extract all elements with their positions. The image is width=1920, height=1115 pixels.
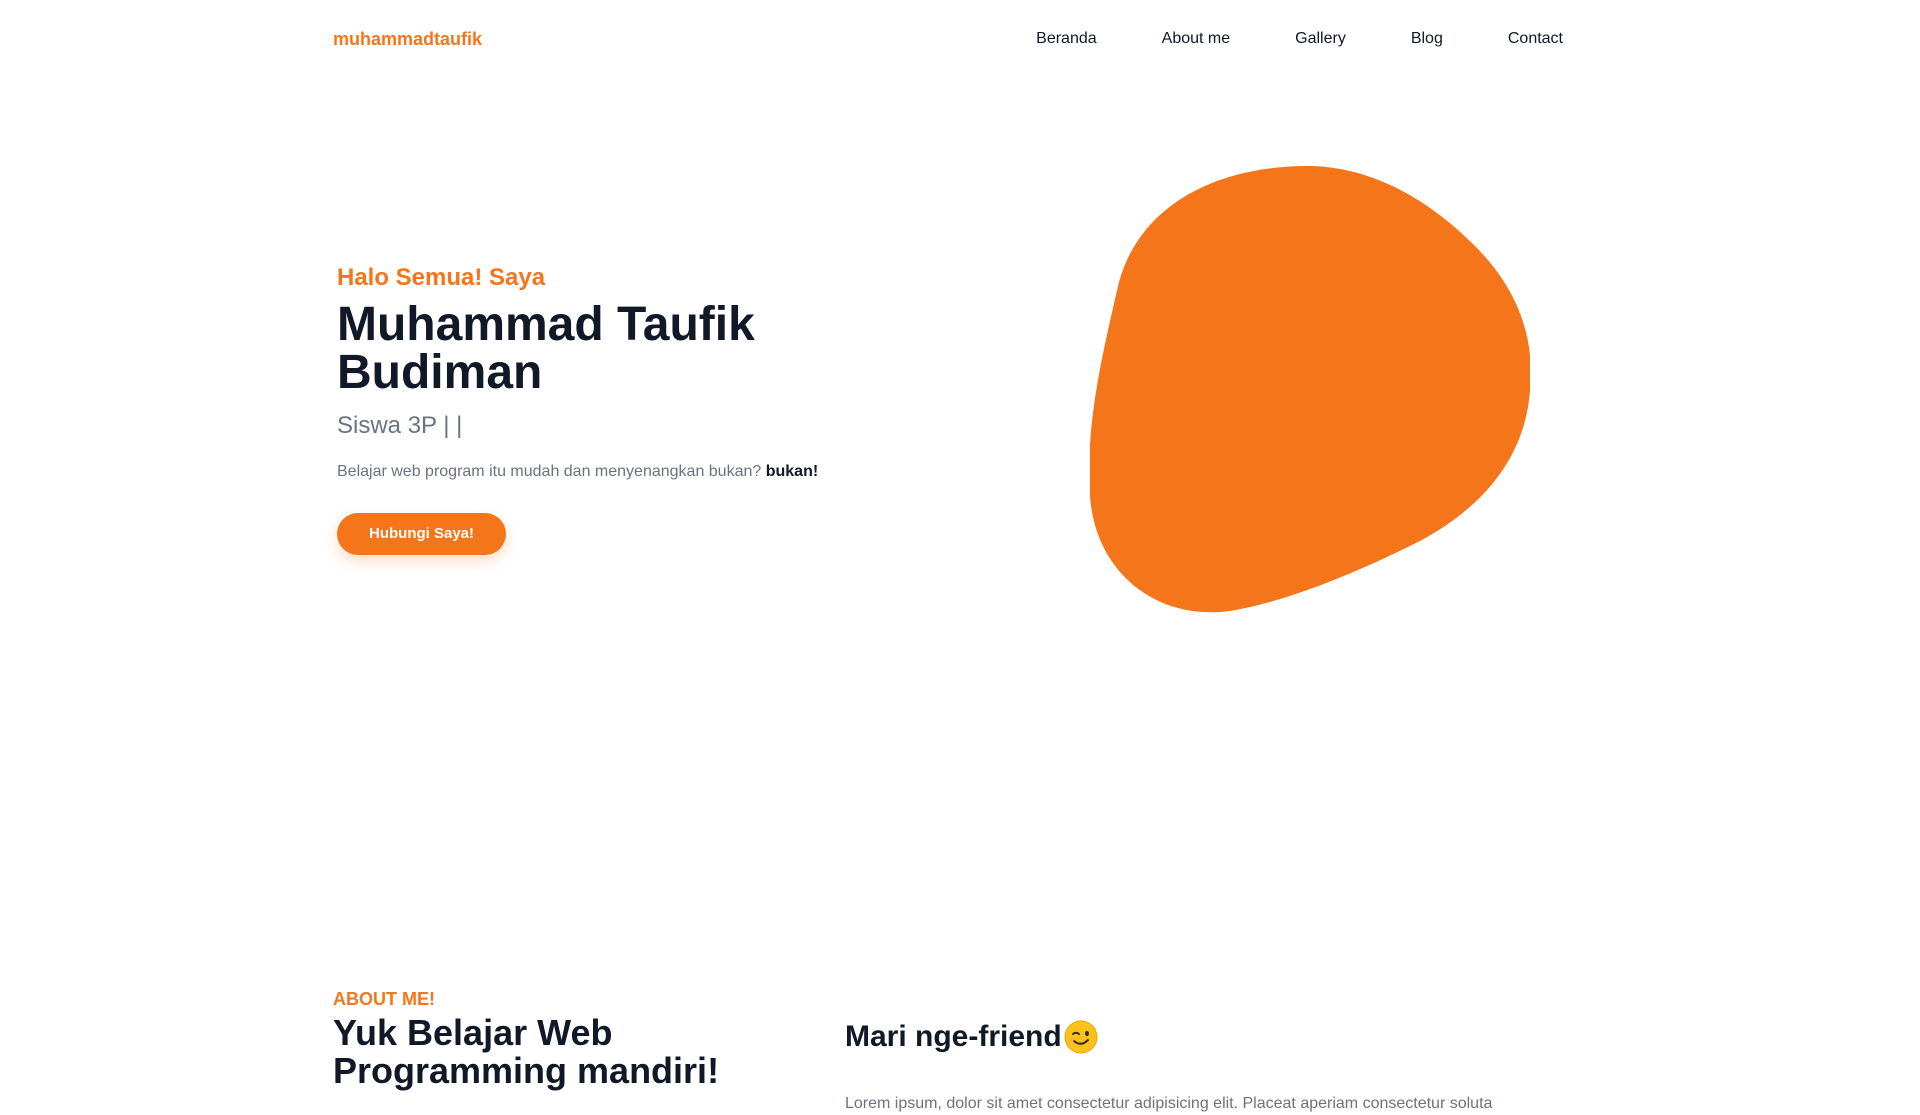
hero-description-emphasis: bukan! — [765, 463, 819, 480]
nav-link-gallery[interactable]: Gallery — [1295, 30, 1346, 48]
hero-description: Belajar web program itu mudah dan menyen… — [337, 461, 857, 483]
brand-logo[interactable]: muhammadtaufik — [333, 29, 482, 50]
nav-link-contact[interactable]: Contact — [1508, 30, 1563, 48]
nav-link-blog[interactable]: Blog — [1411, 30, 1443, 48]
about-title: Yuk Belajar Web Programming mandiri! — [333, 1012, 720, 1091]
about-label: ABOUT ME! — [333, 989, 435, 1009]
contact-me-button[interactable]: Hubungi Saya! — [337, 513, 507, 555]
nav-link-beranda[interactable]: Beranda — [1036, 30, 1097, 48]
hero-greeting: Halo Semua! Saya — [337, 264, 546, 291]
hero-role: Siswa 3P | | — [337, 412, 463, 439]
about-right: Mari nge-friend Lorem ipsum, dolor sit a… — [845, 1017, 1605, 1115]
winking-face-icon — [1064, 1020, 1098, 1054]
hero-section: Halo Semua! Saya Muhammad Taufik Budiman… — [337, 263, 857, 555]
blob-shape — [1090, 166, 1530, 613]
about-text: Lorem ipsum, dolor sit amet consectetur … — [845, 1095, 1493, 1112]
hero-name: Muhammad Taufik Budiman — [337, 298, 755, 399]
hero-description-text: Belajar web program itu mudah dan menyen… — [337, 463, 762, 480]
navbar: muhammadtaufik Beranda About me Gallery … — [0, 0, 1920, 80]
about-left: ABOUT ME! Yuk Belajar Web Programming ma… — [333, 988, 813, 1090]
orange-blob-illustration — [1090, 166, 1530, 613]
nav-link-about-me[interactable]: About me — [1162, 30, 1230, 48]
about-subtitle: Mari nge-friend — [845, 1017, 1605, 1057]
about-subtitle-text: Mari nge-friend — [845, 1020, 1062, 1053]
nav-links: Beranda About me Gallery Blog Contact — [1036, 30, 1563, 48]
